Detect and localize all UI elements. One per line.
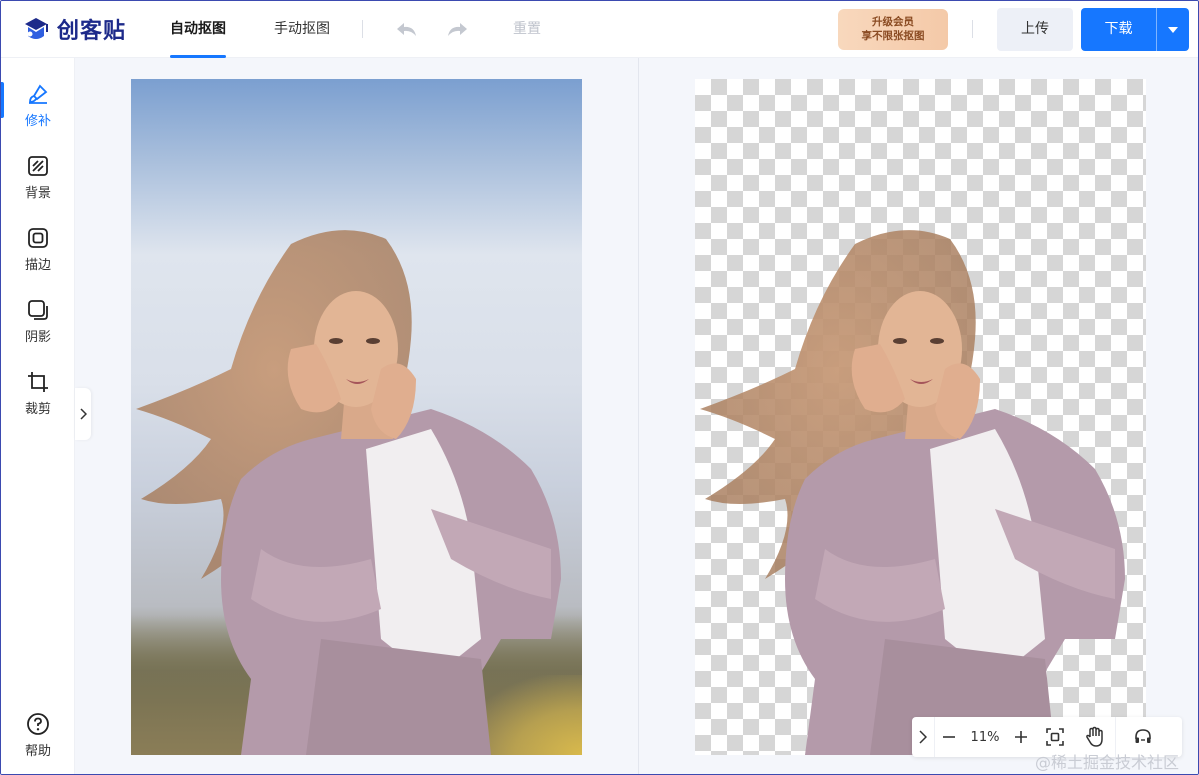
minus-icon bbox=[943, 736, 955, 738]
upload-button[interactable]: 上传 bbox=[997, 8, 1073, 51]
sidebar-item-shadow[interactable]: 阴影 bbox=[1, 292, 75, 352]
undo-icon bbox=[397, 23, 416, 36]
crop-icon bbox=[26, 370, 50, 394]
upgrade-line1: 升级会员 bbox=[872, 16, 914, 28]
watermark-text: @稀土掘金技术社区 bbox=[1035, 753, 1180, 772]
canvas-divider bbox=[638, 58, 639, 774]
undo-button[interactable] bbox=[395, 18, 419, 42]
tab-manual-cutout[interactable]: 手动抠图 bbox=[274, 1, 330, 58]
redo-icon bbox=[448, 23, 467, 36]
app-window: 创客贴 自动抠图 手动抠图 重置 升级会员 享不限张抠图 上传 下载 修补 背景… bbox=[0, 0, 1199, 775]
help-label: 帮助 bbox=[24, 744, 51, 759]
tool-sidebar: 修补 背景 描边 阴影 裁剪 帮助 bbox=[1, 58, 75, 774]
sidebar-item-help[interactable]: 帮助 bbox=[1, 706, 75, 766]
shadow-icon bbox=[26, 298, 50, 322]
reset-button[interactable]: 重置 bbox=[513, 1, 541, 58]
outline-icon bbox=[26, 226, 50, 250]
original-image bbox=[131, 79, 582, 755]
logo-icon bbox=[21, 14, 51, 44]
zoom-in-button[interactable] bbox=[1007, 717, 1035, 757]
headset-icon bbox=[1135, 729, 1151, 743]
person-figure-cutout bbox=[700, 230, 1125, 755]
caret-down-icon bbox=[1168, 26, 1178, 33]
top-bar: 创客贴 自动抠图 手动抠图 重置 升级会员 享不限张抠图 上传 下载 bbox=[1, 1, 1198, 58]
zoom-out-button[interactable] bbox=[935, 717, 963, 757]
logo-text: 创客贴 bbox=[57, 19, 127, 44]
fit-screen-icon bbox=[1046, 728, 1064, 746]
hand-icon bbox=[1086, 726, 1103, 747]
chevron-right-icon bbox=[80, 408, 87, 420]
sidebar-item-background[interactable]: 背景 bbox=[1, 148, 75, 208]
sidebar-item-crop[interactable]: 裁剪 bbox=[1, 364, 75, 424]
header-divider bbox=[362, 20, 363, 38]
header-divider-2 bbox=[972, 20, 973, 38]
sidebar-item-label: 阴影 bbox=[24, 330, 51, 345]
sidebar-item-label: 背景 bbox=[24, 186, 51, 201]
sidebar-item-label: 修补 bbox=[24, 114, 51, 129]
logo[interactable]: 创客贴 bbox=[21, 13, 126, 45]
upgrade-button[interactable]: 升级会员 享不限张抠图 bbox=[838, 9, 948, 50]
help-icon bbox=[26, 712, 50, 736]
cutout-result-image bbox=[695, 79, 1146, 755]
sidebar-item-repair[interactable]: 修补 bbox=[1, 76, 75, 136]
sidebar-item-outline[interactable]: 描边 bbox=[1, 220, 75, 280]
sidebar-item-label: 裁剪 bbox=[24, 402, 51, 417]
chevron-right-icon bbox=[919, 730, 927, 744]
sidebar-item-label: 描边 bbox=[24, 258, 51, 273]
brush-icon bbox=[26, 82, 50, 106]
download-button[interactable]: 下载 bbox=[1081, 8, 1189, 51]
plus-icon bbox=[1015, 731, 1027, 743]
person-figure bbox=[136, 230, 561, 755]
redo-button[interactable] bbox=[445, 18, 469, 42]
background-icon bbox=[26, 154, 50, 178]
upgrade-line2: 享不限张抠图 bbox=[861, 30, 925, 42]
download-label: 下载 bbox=[1104, 21, 1133, 37]
download-dropdown-button[interactable] bbox=[1156, 8, 1189, 51]
expand-panel-button[interactable] bbox=[75, 388, 91, 440]
tab-auto-cutout[interactable]: 自动抠图 bbox=[170, 1, 226, 58]
collapse-zoom-button[interactable] bbox=[912, 717, 934, 757]
zoom-level: 11% bbox=[970, 729, 1000, 745]
